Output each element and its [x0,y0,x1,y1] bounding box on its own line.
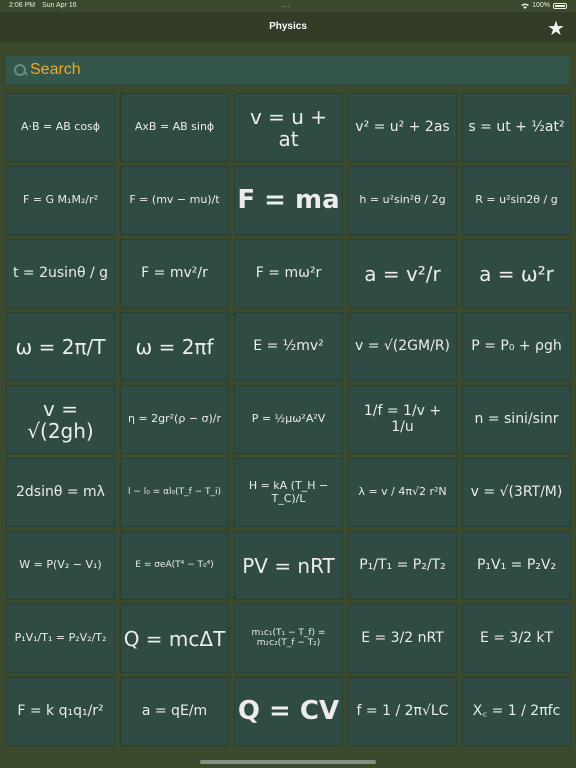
formula-cell-stefan-boltzmann[interactable]: E = σeA(T⁴ − T₀⁴) [120,531,229,600]
formula-cell-velocity-squared[interactable]: v² = u² + 2as [348,93,457,162]
formula-cell-lens-formula[interactable]: 1/f = 1/v + 1/u [348,385,457,454]
formula-cell-work-gas[interactable]: W = P(V₂ − V₁) [6,531,115,600]
formula-cell-wave-power[interactable]: P = ½μω²A²V [234,385,343,454]
formula-cell-specific-heat[interactable]: Q = mcΔT [120,604,229,673]
battery-icon [553,3,567,9]
wifi-icon [521,3,530,9]
formula-cell-viscosity[interactable]: η = 2gr²(ρ − σ)/r [120,385,229,454]
formula-cell-average-kinetic-energy[interactable]: E = 3/2 kT [462,604,571,673]
formula-cell-force-momentum[interactable]: F = (mv − mu)/t [120,166,229,235]
formula-cell-internal-energy[interactable]: E = 3/2 nRT [348,604,457,673]
formula-cell-ideal-gas[interactable]: PV = nRT [234,531,343,600]
formula-cell-thermal-expansion[interactable]: l − l₀ = αl₀(T_f − T_i) [120,458,229,527]
formula-cell-displacement[interactable]: s = ut + ½at² [462,93,571,162]
formula-cell-centripetal-force[interactable]: F = mv²/r [120,239,229,308]
search-icon [12,62,28,78]
multitasking-dots[interactable]: ... [282,0,291,12]
formula-cell-calorimetry[interactable]: m₁c₁(T₁ − T_f) = m₂c₂(T_f − T₂) [234,604,343,673]
battery-percentage: 100% [532,2,550,9]
search-input[interactable] [30,61,550,79]
formula-cell-angular-velocity-frequency[interactable]: ω = 2πf [120,312,229,381]
formula-cell-bragg-law[interactable]: 2dsinθ = mλ [6,458,115,527]
formula-cell-gay-lussac[interactable]: P₁/T₁ = P₂/T₂ [348,531,457,600]
star-icon[interactable]: ★ [545,17,567,39]
page-title: Physics [269,21,307,32]
formula-cell-capacitive-reactance[interactable]: X꜀ = 1 / 2πfc [462,677,571,746]
formula-cell-cross-product[interactable]: AxB = AB sinϕ [120,93,229,162]
status-date: Sun Apr 16 [42,2,77,9]
formula-cell-angular-velocity-period[interactable]: ω = 2π/T [6,312,115,381]
formula-cell-centripetal-accel-omega[interactable]: a = ω²r [462,239,571,308]
navigation-bar: Physics ★ [0,12,576,42]
formula-cell-snell-law[interactable]: n = sini/sinr [462,385,571,454]
formula-cell-fluid-pressure[interactable]: P = P₀ + ρgh [462,312,571,381]
status-right: 100% [521,0,567,12]
formula-cell-centripetal-force-omega[interactable]: F = mω²r [234,239,343,308]
formula-cell-rms-speed[interactable]: v = √(3RT/M) [462,458,571,527]
formula-cell-velocity[interactable]: v = u + at [234,93,343,162]
formula-cell-escape-velocity[interactable]: v = √(2GM/R) [348,312,457,381]
formula-cell-range[interactable]: R = u²sin2θ / g [462,166,571,235]
formula-cell-capacitance[interactable]: Q = CV [234,677,343,746]
status-bar: 2:06 PM Sun Apr 16 ... 100% [0,0,576,12]
home-indicator[interactable] [200,760,376,764]
status-time: 2:06 PM [9,2,36,9]
formula-cell-mean-free-path[interactable]: λ = v / 4π√2 r²N [348,458,457,527]
formula-cell-torricelli[interactable]: v = √(2gh) [6,385,115,454]
formula-cell-boyle-law[interactable]: P₁V₁ = P₂V₂ [462,531,571,600]
formula-cell-kinetic-energy[interactable]: E = ½mv² [234,312,343,381]
formula-cell-centripetal-accel[interactable]: a = v²/r [348,239,457,308]
formula-cell-newton-second-law[interactable]: F = ma [234,166,343,235]
formula-cell-resonant-frequency[interactable]: f = 1 / 2π√LC [348,677,457,746]
formula-cell-combined-gas-law[interactable]: P₁V₁/T₁ = P₂V₂/T₂ [6,604,115,673]
formula-grid: A·B = AB cosϕ AxB = AB sinϕ v = u + at v… [6,93,571,746]
formula-cell-heat-conduction[interactable]: H = kA (T_H − T_C)/L [234,458,343,527]
formula-cell-max-height[interactable]: h = u²sin²θ / 2g [348,166,457,235]
search-bar[interactable] [5,55,570,85]
formula-cell-gravitation[interactable]: F = G M₁M₂/r² [6,166,115,235]
formula-cell-dot-product[interactable]: A·B = AB cosϕ [6,93,115,162]
formula-cell-electric-acceleration[interactable]: a = qE/m [120,677,229,746]
formula-cell-time-of-flight[interactable]: t = 2usinθ / g [6,239,115,308]
formula-cell-coulomb-law[interactable]: F = k q₁q₁/r² [6,677,115,746]
